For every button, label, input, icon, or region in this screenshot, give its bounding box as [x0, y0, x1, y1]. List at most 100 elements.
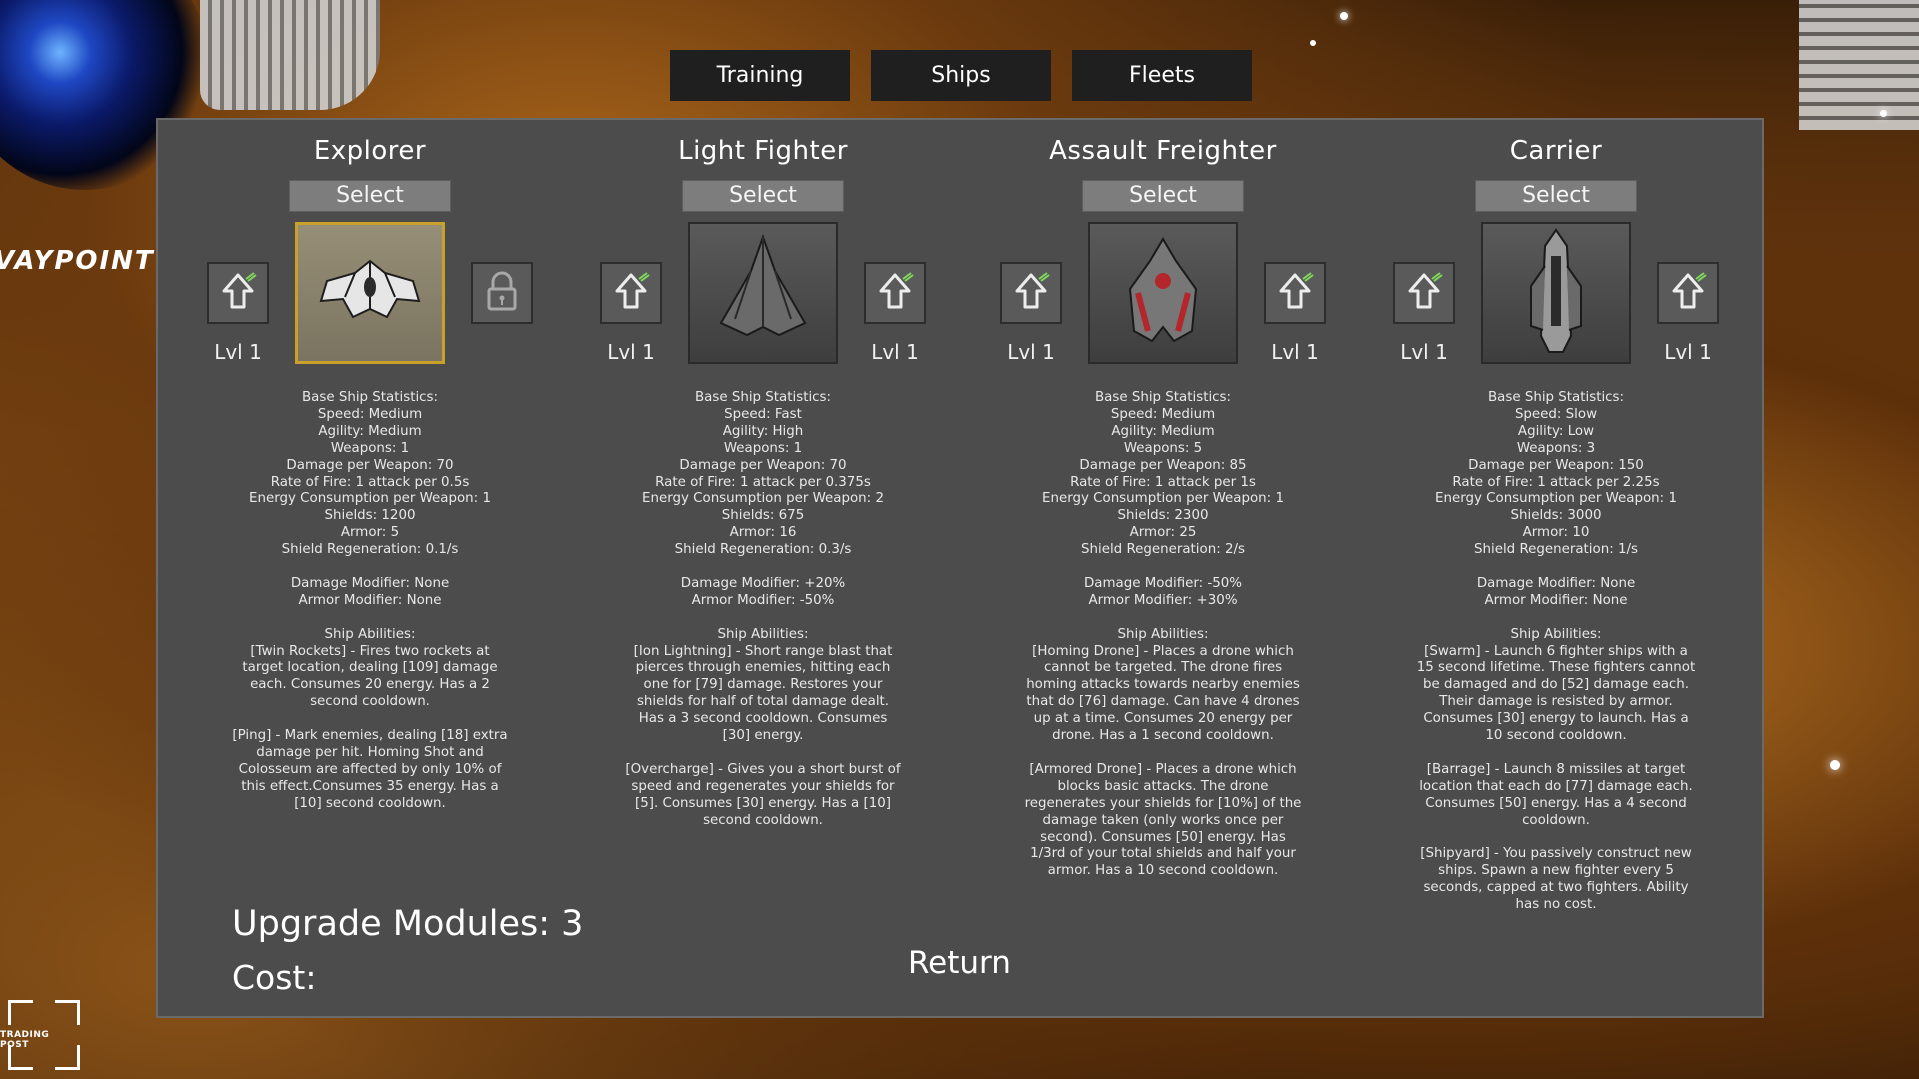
stat-line: Armor: 16	[729, 525, 797, 541]
trading-post-marker: TRADING POST	[0, 1000, 80, 1070]
stat-line: 15 second lifetime. These fighters canno…	[1416, 660, 1696, 676]
stat-line: damage taken (only works once per	[1042, 812, 1284, 828]
menu-tabs: Training Ships Fleets	[670, 50, 1252, 101]
stat-line: 10 second cooldown.	[1485, 728, 1627, 744]
stat-line: [Swarm] - Launch 6 fighter ships with a	[1424, 643, 1688, 659]
stat-line: Armor Modifier: None	[298, 592, 442, 608]
ship-name: Assault Freighter	[1049, 136, 1277, 166]
select-button[interactable]: Select	[682, 180, 844, 212]
stat-line: that do [76] damage. Can have 4 drones	[1026, 694, 1300, 710]
ship-portrait[interactable]	[688, 222, 838, 364]
stat-line: [10] second cooldown.	[294, 795, 446, 811]
ship-selection-panel: Explorer Select Lvl 1 Base Ship Statisti…	[156, 118, 1764, 1018]
left-upgrade-level: Lvl 1	[607, 340, 655, 364]
stat-line: this effect.Consumes 35 energy. Has a	[241, 778, 499, 794]
return-button[interactable]: Return	[908, 945, 1011, 981]
stat-line: Agility: Low	[1517, 423, 1595, 439]
stat-line: armor. Has a 10 second cooldown.	[1047, 863, 1279, 879]
stat-line: Base Ship Statistics:	[1487, 390, 1625, 405]
ship-card-carrier: Carrier Select Lvl 1 Lvl 1 Base Ship Sta…	[1356, 120, 1756, 914]
upgrade-modules-count: Upgrade Modules: 3	[232, 904, 584, 944]
stat-line: second cooldown.	[703, 812, 823, 828]
stat-line: Consumes [50] energy. Has a 4 second	[1425, 795, 1687, 811]
stat-line: Damage Modifier: None	[1476, 575, 1636, 591]
light-fighter-ship-icon	[713, 231, 813, 355]
tab-ships[interactable]: Ships	[871, 50, 1051, 101]
upgrade-right-button[interactable]	[864, 262, 926, 324]
stat-line: Agility: High	[722, 423, 804, 439]
select-button[interactable]: Select	[1082, 180, 1244, 212]
stat-line: Ship Abilities:	[324, 626, 416, 642]
stat-line: Weapons: 1	[330, 440, 410, 456]
stat-line: seconds, capped at two fighters. Ability	[1423, 880, 1689, 896]
upgrade-left-button[interactable]	[207, 262, 269, 324]
ship-image-row: Lvl 1 Lvl 1	[563, 222, 963, 366]
upgrade-arrow-icon	[1666, 269, 1710, 317]
stat-line: Agility: Medium	[1111, 423, 1215, 439]
stat-line: Shield Regeneration: 0.1/s	[281, 542, 459, 558]
stat-line: Damage Modifier: None	[290, 575, 450, 591]
stat-line: Weapons: 3	[1516, 440, 1596, 456]
stat-line: Energy Consumption per Weapon: 1	[1435, 491, 1677, 507]
stat-line: each. Consumes 20 energy. Has a 2	[250, 677, 490, 693]
stat-line: Damage per Weapon: 70	[286, 457, 454, 473]
left-upgrade-level: Lvl 1	[1400, 340, 1448, 364]
stat-line: damage per hit. Homing Shot and	[256, 744, 484, 760]
stat-line: homing attacks towards nearby enemies	[1026, 677, 1300, 693]
ship-card-light-fighter: Light Fighter Select Lvl 1 Lvl 1 Base Sh…	[563, 120, 963, 830]
upgrade-left-button[interactable]	[600, 262, 662, 324]
stat-line: Damage Modifier: +20%	[680, 575, 846, 591]
stat-line: up at a time. Consumes 20 energy per	[1033, 711, 1293, 727]
lock-icon	[482, 269, 522, 317]
stat-line: drone. Has a 1 second cooldown.	[1052, 728, 1274, 744]
stat-line: [Ion Lightning] - Short range blast that	[633, 643, 893, 659]
stat-line: Consumes [30] energy to launch. Has a	[1423, 711, 1689, 727]
upgrade-arrow-icon	[873, 269, 917, 317]
tab-training[interactable]: Training	[670, 50, 850, 101]
stats-gap	[611, 559, 915, 576]
stat-line: Rate of Fire: 1 attack per 0.5s	[270, 474, 470, 490]
stat-line: Weapons: 5	[1123, 440, 1203, 456]
stat-line: be damaged and do [52] damage each.	[1422, 677, 1690, 693]
stat-line: cooldown.	[1522, 812, 1590, 828]
stat-line: Rate of Fire: 1 attack per 1s	[1070, 474, 1256, 490]
stats-gap	[218, 711, 522, 728]
stat-line: Has a 3 second cooldown. Consumes	[638, 711, 888, 727]
select-button[interactable]: Select	[289, 180, 451, 212]
stat-line: Shields: 675	[721, 508, 805, 524]
stat-line: Damage per Weapon: 150	[1468, 457, 1644, 473]
upgrade-right-button[interactable]	[1657, 262, 1719, 324]
stat-line: [Homing Drone] - Places a drone which	[1032, 643, 1294, 659]
ship-image-row: Lvl 1 Lvl 1	[1356, 222, 1756, 366]
stat-line: speed and regenerates your shields for	[631, 778, 895, 794]
stats-gap	[1011, 559, 1315, 576]
ship-portrait[interactable]	[1088, 222, 1238, 364]
stats-gap	[611, 610, 915, 627]
stat-line: Damage per Weapon: 70	[679, 457, 847, 473]
assault-freighter-ship-icon	[1118, 231, 1208, 355]
upgrade-left-button[interactable]	[1393, 262, 1455, 324]
stats-gap	[218, 610, 522, 627]
stat-line: [Shipyard] - You passively construct new	[1420, 846, 1692, 862]
stat-line: Base Ship Statistics:	[694, 390, 832, 405]
right-upgrade-level: Lvl 1	[1271, 340, 1319, 364]
ship-portrait[interactable]	[1481, 222, 1631, 364]
stat-line: Speed: Fast	[724, 406, 802, 422]
stats-gap	[1011, 610, 1315, 627]
stat-line: blocks basic attacks. The drone	[1057, 778, 1269, 794]
stat-line: Shields: 3000	[1510, 508, 1602, 524]
stat-line: [5]. Consumes [30] energy. Has a [10]	[635, 795, 891, 811]
upgrade-arrow-icon	[1009, 269, 1053, 317]
stat-line: Ship Abilities:	[1117, 626, 1209, 642]
select-button[interactable]: Select	[1475, 180, 1637, 212]
tab-fleets[interactable]: Fleets	[1072, 50, 1252, 101]
stat-line: Base Ship Statistics:	[301, 390, 439, 405]
ship-card-explorer: Explorer Select Lvl 1 Base Ship Statisti…	[170, 120, 570, 813]
ship-portrait[interactable]	[295, 222, 445, 364]
stat-line: [Ping] - Mark enemies, dealing [18] extr…	[232, 728, 508, 744]
upgrade-arrow-icon	[609, 269, 653, 317]
upgrade-left-button[interactable]	[1000, 262, 1062, 324]
stat-line: [Twin Rockets] - Fires two rockets at	[250, 643, 490, 659]
upgrade-arrow-icon	[1402, 269, 1446, 317]
upgrade-right-button[interactable]	[1264, 262, 1326, 324]
